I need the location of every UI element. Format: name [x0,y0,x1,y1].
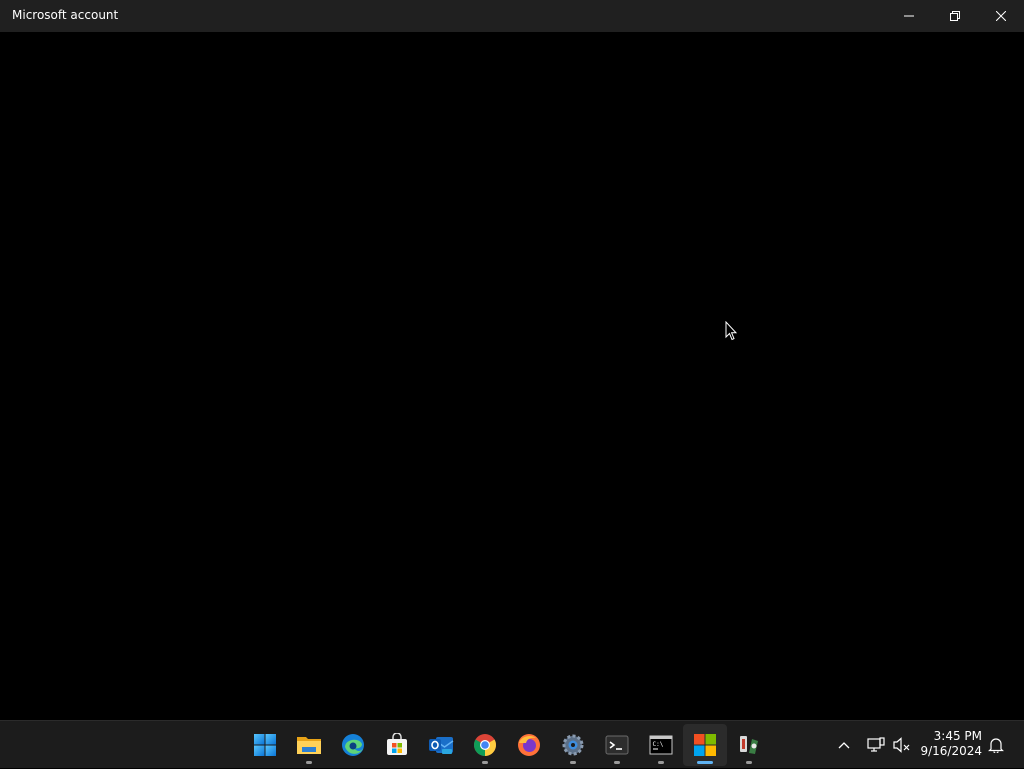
window-content [0,32,1024,720]
network-icon [867,737,885,752]
window-title: Microsoft account [12,8,119,22]
clock-time: 3:45 PM [933,729,982,743]
minimize-button[interactable] [886,0,932,32]
title-bar[interactable]: Microsoft account [0,0,1024,32]
taskbar-clock[interactable]: 3:45 PM 9/16/2024 [918,729,982,759]
close-icon [996,11,1006,21]
minimize-icon [904,15,914,17]
system-tray: 3:45 PM 9/16/2024 [0,721,1024,769]
volume-button[interactable] [890,733,914,757]
volume-muted-icon [893,737,910,753]
network-button[interactable] [864,733,888,757]
clock-date: 9/16/2024 [920,744,982,758]
show-hidden-icons-button[interactable] [832,733,856,757]
window-controls [886,0,1024,32]
close-button[interactable] [978,0,1024,32]
chevron-up-icon [838,742,850,749]
notifications-button[interactable] [984,733,1008,757]
app-window: Microsoft account [0,0,1024,720]
mouse-cursor-icon [725,321,737,341]
restore-button[interactable] [932,0,978,32]
taskbar: C:\ 3:45 PM 9/16/2024 [0,720,1024,768]
notification-bell-icon [988,738,1004,753]
restore-icon [950,11,960,21]
